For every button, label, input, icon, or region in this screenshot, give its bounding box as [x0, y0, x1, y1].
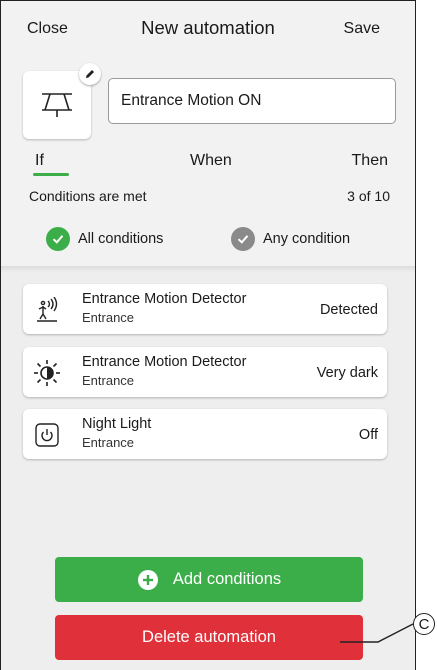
- light-level-icon: [33, 359, 61, 387]
- callout-leader-line: [340, 623, 414, 643]
- item-room: Entrance: [82, 435, 135, 450]
- condition-card[interactable]: Entrance Motion Detector Entrance Detect…: [23, 284, 387, 334]
- condition-card[interactable]: Entrance Motion Detector Entrance Very d…: [23, 347, 387, 397]
- conditions-label: Conditions are met: [29, 188, 147, 204]
- item-value: Off: [358, 427, 378, 443]
- tab-when[interactable]: When: [190, 152, 232, 170]
- add-conditions-label: Add conditions: [172, 570, 282, 588]
- option-label: All conditions: [78, 231, 164, 247]
- phone-screen: Close New automation Save If When The: [0, 0, 416, 670]
- add-conditions-button[interactable]: Add conditions: [55, 557, 363, 602]
- option-label: Any condition: [263, 231, 351, 247]
- item-title: Entrance Motion Detector: [82, 291, 247, 307]
- delete-automation-label: Delete automation: [142, 628, 276, 646]
- edit-icon-button[interactable]: [79, 63, 101, 85]
- tab-then[interactable]: Then: [352, 152, 388, 170]
- automation-name-field[interactable]: [108, 78, 396, 124]
- callout-marker: C: [413, 613, 435, 635]
- item-value: Detected: [319, 302, 378, 318]
- conditions-count: 3 of 10: [347, 188, 390, 204]
- section-divider: [1, 266, 415, 272]
- option-any-condition[interactable]: Any condition: [231, 227, 350, 251]
- pencil-icon: [86, 70, 94, 78]
- check-icon: [231, 227, 255, 251]
- item-title: Entrance Motion Detector: [82, 354, 247, 370]
- item-room: Entrance: [82, 373, 135, 388]
- delete-automation-button[interactable]: Delete automation: [55, 615, 363, 660]
- check-icon: [46, 227, 70, 251]
- item-room: Entrance: [82, 310, 135, 325]
- motion-sensor-icon: [42, 93, 72, 117]
- motion-detector-icon: [33, 296, 61, 324]
- header-panel: Close New automation Save If When The: [1, 1, 415, 266]
- item-title: Night Light: [82, 416, 152, 432]
- item-value: Very dark: [316, 365, 378, 381]
- condition-card[interactable]: Night Light Entrance Off: [23, 409, 387, 459]
- power-icon: [33, 421, 61, 449]
- active-tab-indicator: [33, 173, 69, 176]
- option-all-conditions[interactable]: All conditions: [46, 227, 163, 251]
- tab-if[interactable]: If: [35, 152, 44, 170]
- plus-circle-icon: [137, 569, 158, 590]
- save-button[interactable]: Save: [344, 20, 380, 38]
